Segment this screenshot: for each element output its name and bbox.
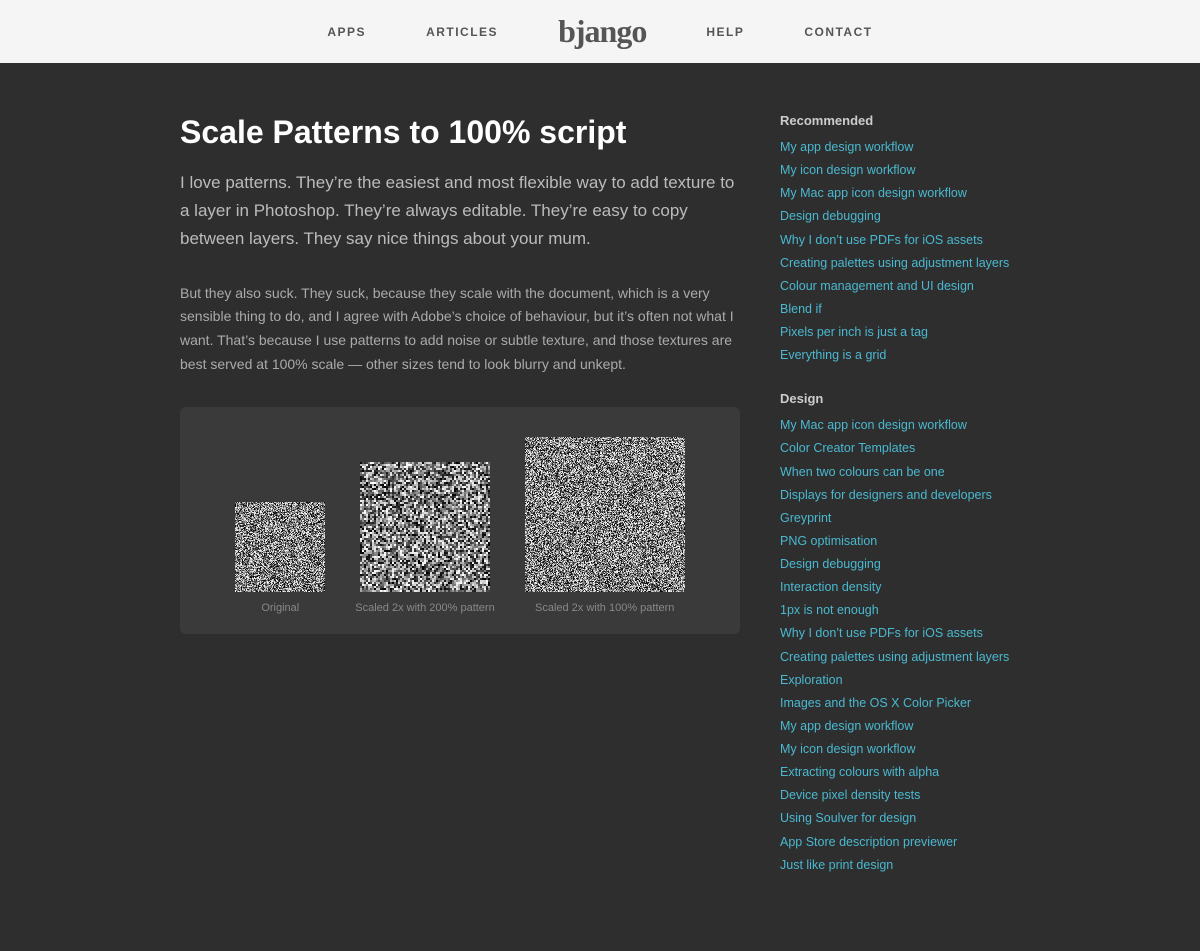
- sidebar-link[interactable]: My app design workflow: [780, 136, 1010, 159]
- sidebar-link[interactable]: Creating palettes using adjustment layer…: [780, 252, 1010, 275]
- nav-help[interactable]: HELP: [706, 25, 744, 39]
- sidebar-section-recommended: Recommended My app design workflow My ic…: [780, 113, 1010, 367]
- sidebar-link[interactable]: Just like print design: [780, 854, 1010, 877]
- sidebar-link[interactable]: Pixels per inch is just a tag: [780, 321, 1010, 344]
- sidebar-link[interactable]: My app design workflow: [780, 715, 1010, 738]
- nav-articles[interactable]: ARTICLES: [426, 25, 498, 39]
- article-title: Scale Patterns to 100% script: [180, 113, 740, 151]
- sidebar-link[interactable]: Greyprint: [780, 507, 1010, 530]
- pattern-label-100: Scaled 2x with 100% pattern: [535, 602, 674, 614]
- main-content: Scale Patterns to 100% script I love pat…: [180, 113, 740, 901]
- sidebar-link[interactable]: Displays for designers and developers: [780, 484, 1010, 507]
- nav-contact[interactable]: CONTACT: [804, 25, 872, 39]
- pattern-image-small: [235, 502, 325, 592]
- pattern-image-medium: [360, 462, 490, 592]
- sidebar-link[interactable]: Using Soulver for design: [780, 807, 1010, 830]
- sidebar-link[interactable]: Why I don’t use PDFs for iOS assets: [780, 229, 1010, 252]
- site-header: APPS ARTICLES bjango HELP CONTACT: [0, 0, 1200, 63]
- sidebar-section-design: Design My Mac app icon design workflow C…: [780, 391, 1010, 877]
- article-body: But they also suck. They suck, because t…: [180, 282, 740, 377]
- pattern-label-200: Scaled 2x with 200% pattern: [355, 602, 494, 614]
- sidebar-link[interactable]: Creating palettes using adjustment layer…: [780, 646, 1010, 669]
- pattern-200: Scaled 2x with 200% pattern: [355, 462, 494, 614]
- sidebar-link[interactable]: Extracting colours with alpha: [780, 761, 1010, 784]
- sidebar-link[interactable]: Exploration: [780, 669, 1010, 692]
- sidebar: Recommended My app design workflow My ic…: [780, 113, 1010, 901]
- sidebar-link[interactable]: Blend if: [780, 298, 1010, 321]
- sidebar-link[interactable]: My icon design workflow: [780, 738, 1010, 761]
- sidebar-link[interactable]: Interaction density: [780, 576, 1010, 599]
- sidebar-link[interactable]: Why I don’t use PDFs for iOS assets: [780, 622, 1010, 645]
- pattern-original: Original: [235, 502, 325, 614]
- sidebar-link[interactable]: When two colours can be one: [780, 461, 1010, 484]
- sidebar-link[interactable]: Colour management and UI design: [780, 275, 1010, 298]
- sidebar-link[interactable]: App Store description previewer: [780, 831, 1010, 854]
- pattern-image-large: [525, 437, 685, 592]
- main-nav: APPS ARTICLES bjango HELP CONTACT: [327, 13, 872, 50]
- sidebar-link[interactable]: Everything is a grid: [780, 344, 1010, 367]
- sidebar-link[interactable]: Device pixel density tests: [780, 784, 1010, 807]
- content-wrapper: Scale Patterns to 100% script I love pat…: [0, 63, 1200, 951]
- pattern-100: Scaled 2x with 100% pattern: [525, 437, 685, 614]
- pattern-demo: Original Scaled 2x with 200% pattern Sca…: [180, 407, 740, 634]
- pattern-label-original: Original: [261, 602, 299, 614]
- sidebar-link[interactable]: 1px is not enough: [780, 599, 1010, 622]
- sidebar-section-title-design: Design: [780, 391, 1010, 406]
- sidebar-link[interactable]: Design debugging: [780, 205, 1010, 228]
- sidebar-link[interactable]: My Mac app icon design workflow: [780, 182, 1010, 205]
- sidebar-link[interactable]: My Mac app icon design workflow: [780, 414, 1010, 437]
- sidebar-link[interactable]: Images and the OS X Color Picker: [780, 692, 1010, 715]
- sidebar-link[interactable]: My icon design workflow: [780, 159, 1010, 182]
- site-logo[interactable]: bjango: [558, 13, 646, 50]
- sidebar-section-title-recommended: Recommended: [780, 113, 1010, 128]
- article-intro: I love patterns. They’re the easiest and…: [180, 169, 740, 253]
- sidebar-link[interactable]: PNG optimisation: [780, 530, 1010, 553]
- sidebar-link[interactable]: Color Creator Templates: [780, 437, 1010, 460]
- sidebar-link[interactable]: Design debugging: [780, 553, 1010, 576]
- nav-apps[interactable]: APPS: [327, 25, 366, 39]
